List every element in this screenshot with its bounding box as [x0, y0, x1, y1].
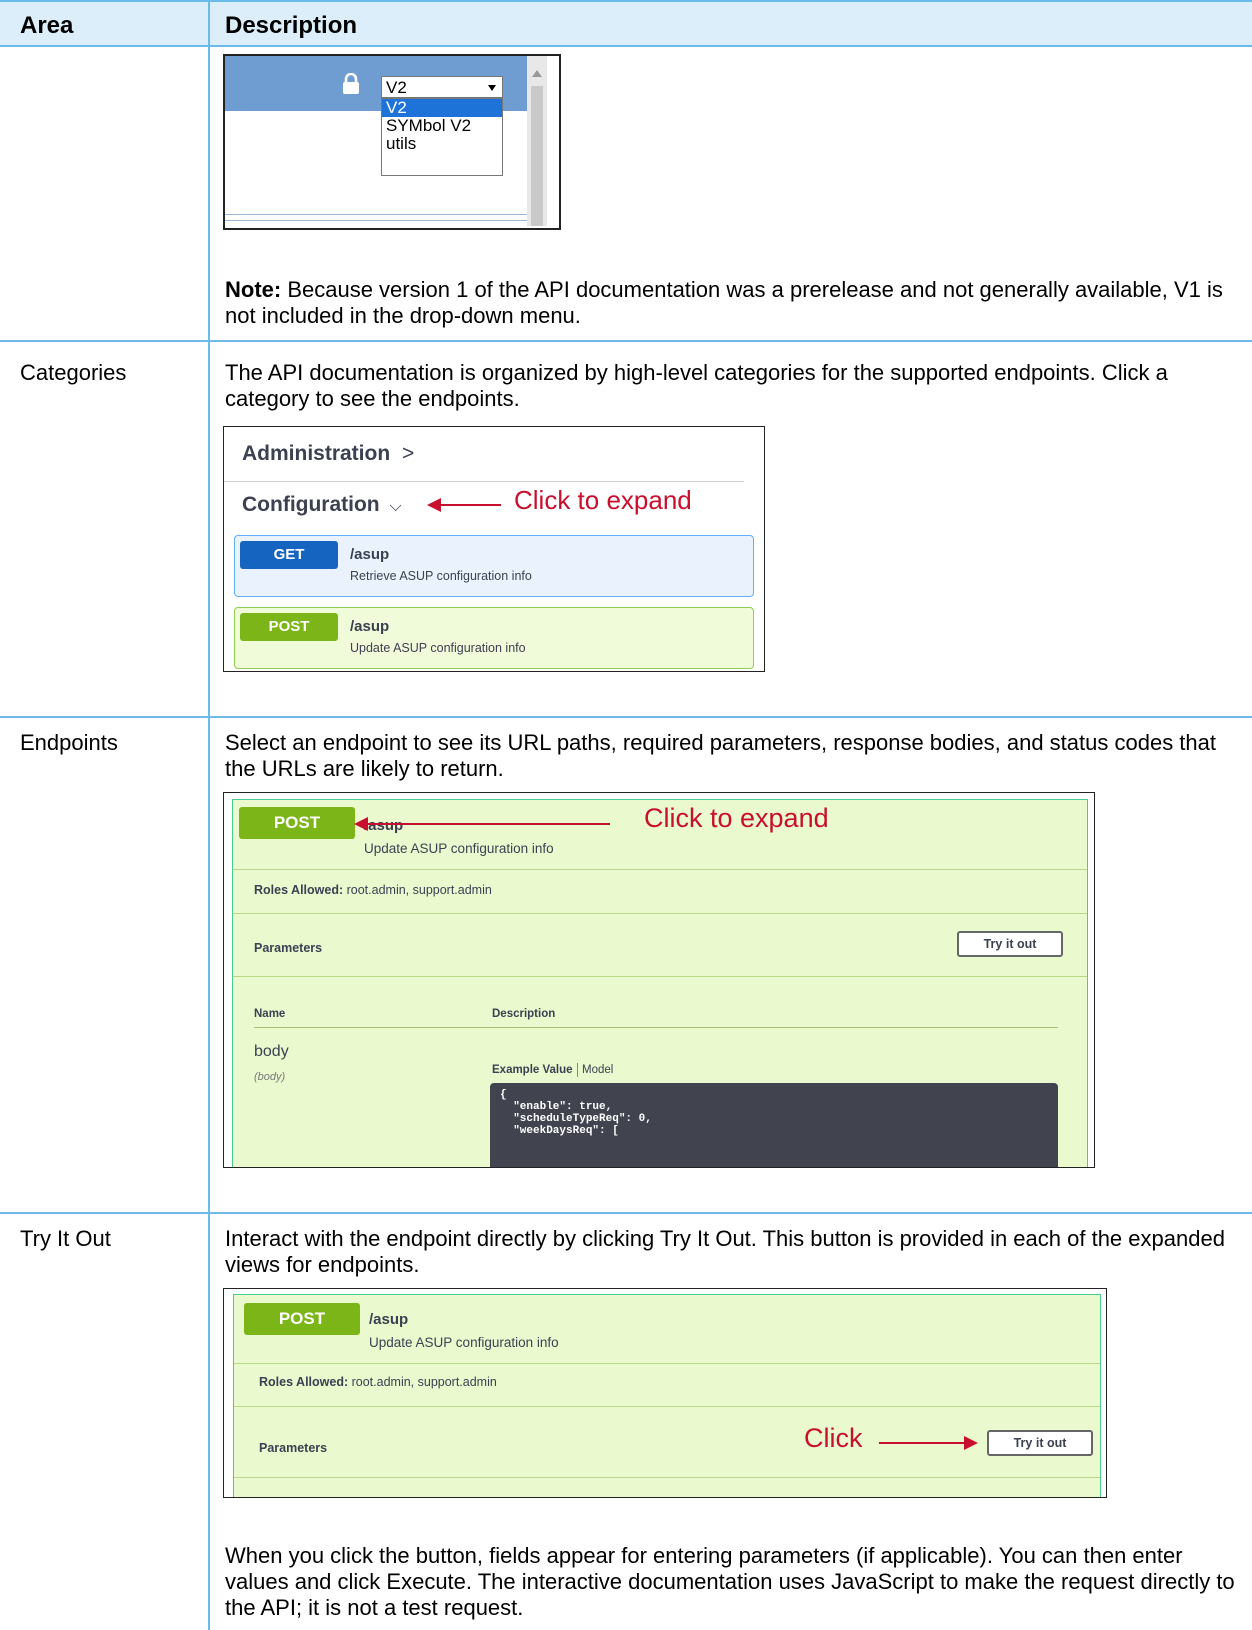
note-paragraph: Note: Because version 1 of the API docum… — [225, 277, 1235, 329]
categories-screenshot: Administration > Configuration ⌵ Click t… — [223, 426, 765, 672]
endpoint-panel — [233, 1294, 1101, 1497]
version-select[interactable]: V2 — [381, 76, 503, 98]
column-name: Name — [254, 1008, 286, 1020]
operation-path: /asup — [364, 817, 404, 834]
version-option[interactable]: V2 — [382, 99, 502, 117]
parameters-label: Parameters — [259, 1441, 328, 1455]
row-divider — [0, 1212, 1252, 1214]
method-badge: POST — [240, 613, 338, 641]
row-divider — [0, 340, 1252, 342]
column-description: Description — [492, 1008, 556, 1020]
row-divider — [0, 716, 1252, 718]
version-option[interactable]: SYMbol V2 — [382, 117, 502, 135]
note-text: Because version 1 of the API documentati… — [225, 277, 1223, 328]
roles-value: root.admin, support.admin — [343, 883, 492, 897]
header-area: Area — [20, 12, 74, 39]
header-description: Description — [225, 12, 358, 39]
divider — [254, 1027, 1058, 1028]
category-administration[interactable]: Administration > — [242, 442, 414, 466]
chevron-down-icon: ⌵ — [389, 498, 402, 515]
method-badge: GET — [240, 541, 338, 569]
chevron-right-icon: > — [402, 442, 415, 465]
area-categories: Categories — [20, 360, 127, 385]
annotation-arrow — [879, 1442, 965, 1444]
roles-allowed: Roles Allowed: root.admin, support.admin — [254, 883, 492, 897]
area-try-it-out: Try It Out — [20, 1226, 111, 1251]
operation-path: /asup — [350, 618, 390, 635]
method-badge[interactable]: POST — [239, 807, 355, 839]
param-name: body — [254, 1043, 289, 1060]
categories-description: The API documentation is organized by hi… — [225, 360, 1168, 411]
category-label: Configuration — [242, 493, 380, 516]
try-it-out-followup: When you click the button, fields appear… — [225, 1543, 1235, 1620]
try-it-out-description: Interact with the endpoint directly by c… — [225, 1226, 1225, 1277]
divider — [233, 913, 1087, 914]
divider — [234, 1406, 1100, 1407]
document-table: Area Description V2 V2 SYMbol V2 utils N… — [0, 0, 1252, 1630]
get-asup-operation[interactable]: GET /asup Retrieve ASUP configuration in… — [234, 535, 754, 597]
example-value-tab[interactable]: Example Value — [492, 1064, 573, 1076]
roles-allowed: Roles Allowed: root.admin, support.admin — [259, 1375, 497, 1389]
operation-summary: Update ASUP configuration info — [364, 841, 554, 856]
annotation-text: Click to expand — [644, 803, 829, 833]
table-header: Area Description — [0, 0, 1252, 47]
try-it-out-button[interactable]: Try it out — [987, 1430, 1093, 1456]
scroll-up-icon[interactable] — [532, 70, 542, 77]
roles-label: Roles Allowed: — [254, 883, 344, 897]
caret-down-icon — [488, 85, 496, 91]
annotation-text: Click to expand — [514, 485, 692, 515]
example-code-block: { "enable": true, "scheduleTypeReq": 0, … — [490, 1083, 1058, 1167]
version-select-value: V2 — [386, 78, 407, 97]
column-divider — [208, 0, 210, 1630]
try-it-out-screenshot: POST /asup Update ASUP configuration inf… — [223, 1288, 1107, 1498]
method-badge[interactable]: POST — [244, 1303, 360, 1335]
tab-divider — [577, 1063, 578, 1077]
divider — [233, 976, 1087, 977]
divider — [233, 869, 1087, 870]
operation-summary: Update ASUP configuration info — [350, 641, 526, 655]
version-option-list: V2 SYMbol V2 utils — [381, 98, 503, 176]
divider — [224, 481, 744, 482]
param-location: (body) — [254, 1071, 286, 1083]
endpoints-description: Select an endpoint to see its URL paths,… — [225, 730, 1216, 781]
version-dropdown-screenshot: V2 V2 SYMbol V2 utils — [223, 54, 561, 230]
endpoint-screenshot: POST /asup Update ASUP configuration inf… — [223, 792, 1095, 1168]
parameters-label: Parameters — [254, 941, 323, 955]
operation-path: /asup — [369, 1311, 409, 1328]
model-tab[interactable]: Model — [582, 1064, 613, 1076]
operation-summary: Update ASUP configuration info — [369, 1335, 559, 1350]
operation-summary: Retrieve ASUP configuration info — [350, 569, 532, 583]
arrow-right-icon — [964, 1436, 978, 1450]
scrollbar-thumb[interactable] — [531, 86, 543, 226]
annotation-arrow — [366, 823, 610, 825]
post-asup-operation[interactable]: POST /asup Update ASUP configuration inf… — [234, 607, 754, 669]
roles-label: Roles Allowed: — [259, 1375, 349, 1389]
divider — [225, 214, 527, 215]
annotation-arrow — [439, 504, 501, 506]
divider — [234, 1363, 1100, 1364]
try-it-out-button[interactable]: Try it out — [957, 931, 1063, 957]
divider — [225, 220, 527, 221]
divider — [234, 1477, 1100, 1478]
roles-value: root.admin, support.admin — [348, 1375, 497, 1389]
category-configuration[interactable]: Configuration ⌵ — [242, 493, 402, 517]
category-label: Administration — [242, 442, 391, 465]
version-option[interactable]: utils — [382, 135, 502, 153]
area-endpoints: Endpoints — [20, 730, 118, 755]
operation-path: /asup — [350, 546, 390, 563]
lock-icon — [343, 73, 359, 94]
note-label: Note: — [225, 277, 282, 302]
annotation-text: Click — [804, 1423, 863, 1453]
